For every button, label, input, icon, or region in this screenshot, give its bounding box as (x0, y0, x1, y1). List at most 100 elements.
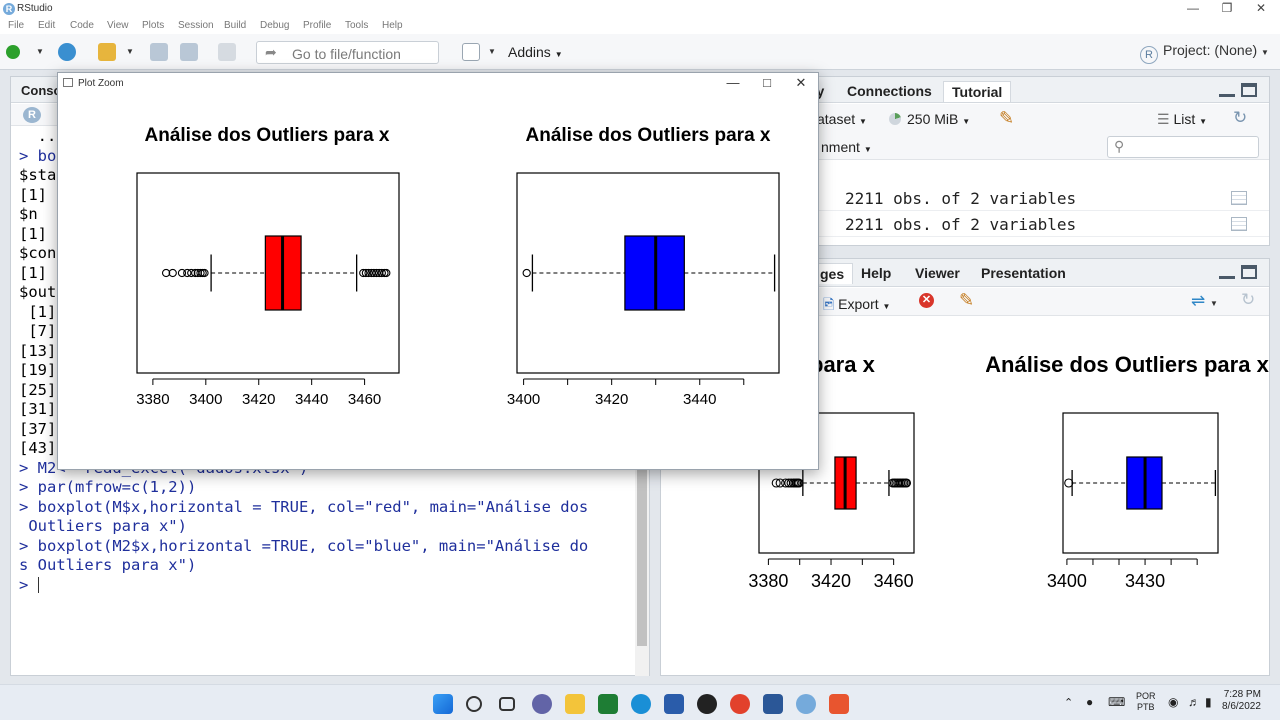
boxplot-blue: 3400 3420 3440 (507, 172, 780, 408)
rstudio-logo-icon: R (3, 3, 15, 15)
keyboard-icon[interactable]: ⌨ (1108, 695, 1125, 709)
broom-icon[interactable]: ✎ (999, 108, 1014, 129)
pane-plot-gap (966, 336, 986, 636)
project-label: Project: (None) (1163, 42, 1258, 58)
window-icon (63, 78, 73, 87)
import-dataset-menu[interactable]: ataset ▼ (817, 111, 867, 127)
menu-debug[interactable]: Debug (260, 20, 289, 31)
project-menu[interactable]: R Project: (None) ▼ (1140, 42, 1269, 64)
maximize-pane-icon[interactable] (1241, 265, 1257, 279)
publish-icon[interactable]: ⇌ ▼ (1191, 291, 1218, 311)
tab-viewer[interactable]: Viewer (915, 265, 960, 281)
minimize-icon[interactable]: — (1176, 0, 1210, 18)
menu-edit[interactable]: Edit (38, 20, 55, 31)
menu-code[interactable]: Code (70, 20, 94, 31)
task-view-icon[interactable] (499, 697, 515, 711)
language-indicator[interactable]: POR PTB (1136, 691, 1156, 713)
tab-tutorial[interactable]: Tutorial (943, 81, 1012, 102)
menu-help[interactable]: Help (382, 20, 403, 31)
tab-presentation[interactable]: Presentation (981, 265, 1066, 281)
tab-connections[interactable]: Connections (847, 83, 932, 99)
zoom-window-title: Plot Zoom (78, 78, 124, 89)
powerpoint-icon[interactable] (829, 694, 849, 714)
table-view-icon[interactable] (1231, 217, 1247, 231)
word-icon[interactable] (763, 694, 783, 714)
new-file-icon[interactable] (6, 45, 20, 59)
chevron-down-icon[interactable]: ▼ (488, 47, 496, 56)
app-icon[interactable] (697, 694, 717, 714)
minimize-pane-icon[interactable] (1219, 83, 1235, 97)
project-icon: R (1140, 46, 1158, 64)
memory-usage[interactable]: 250 MiB ▼ (889, 111, 970, 127)
x-tick-label: 3440 (683, 391, 716, 408)
view-mode-menu[interactable]: ☰ List ▼ (1157, 111, 1207, 128)
refresh-icon[interactable]: ↻ (1241, 290, 1255, 310)
edge-icon[interactable] (631, 694, 651, 714)
store-icon[interactable] (664, 694, 684, 714)
x-tick-label: 3400 (1047, 571, 1087, 591)
microphone-icon[interactable]: ● (1086, 695, 1093, 709)
search-icon: ⚲ (1114, 138, 1125, 154)
addins-menu[interactable]: Addins ▼ (508, 44, 563, 60)
export-label: Export (838, 296, 879, 312)
env-scope-label: nment (821, 139, 860, 155)
tab-help[interactable]: Help (861, 265, 891, 281)
env-search-input[interactable]: ⚲ (1107, 136, 1259, 158)
save-icon[interactable] (150, 43, 168, 61)
table-view-icon[interactable] (1231, 191, 1247, 205)
chart-1-title: Análise dos Outliers para x (145, 125, 390, 146)
rstudio-taskbar-icon[interactable] (796, 694, 816, 714)
pane-plot-2-title: Análise dos Outliers para x (985, 352, 1269, 377)
chrome-icon[interactable] (730, 694, 750, 714)
minimize-icon[interactable]: — (716, 75, 750, 93)
chat-icon[interactable] (532, 694, 552, 714)
menu-tools[interactable]: Tools (345, 20, 368, 31)
battery-icon[interactable]: ▮ (1205, 695, 1212, 709)
menu-build[interactable]: Build (224, 20, 246, 31)
console-command-line: s Outliers para x") (19, 556, 197, 574)
menu-profile[interactable]: Profile (303, 20, 331, 31)
file-explorer-icon[interactable] (565, 694, 585, 714)
broom-icon[interactable]: ✎ (959, 290, 974, 311)
maximize-icon[interactable]: □ (750, 75, 784, 93)
search-icon[interactable] (466, 696, 482, 712)
open-file-icon[interactable] (98, 43, 116, 61)
x-tick-label: 3460 (874, 571, 914, 591)
start-icon[interactable] (433, 694, 453, 714)
menu-session[interactable]: Session (178, 20, 214, 31)
print-icon[interactable] (218, 43, 236, 61)
grid-layout-icon[interactable] (462, 43, 480, 61)
memory-pie-icon (889, 113, 901, 125)
menu-file[interactable]: File (8, 20, 24, 31)
new-project-icon[interactable] (58, 43, 76, 61)
zoom-titlebar: Plot Zoom — □ ✕ (58, 73, 818, 95)
app-title: RStudio (17, 3, 53, 14)
minimize-pane-icon[interactable] (1219, 265, 1235, 279)
export-icon: 🖻 (823, 296, 835, 312)
x-tick-label: 3380 (136, 391, 169, 408)
menu-view[interactable]: View (107, 20, 129, 31)
console-command-line: > par(mfrow=c(1,2)) (19, 478, 197, 496)
restore-icon[interactable]: ❐ (1210, 0, 1244, 18)
clock[interactable]: 7:28 PM 8/6/2022 (1222, 689, 1261, 713)
close-icon[interactable]: ✕ (1244, 0, 1278, 18)
chevron-down-icon[interactable]: ▼ (36, 47, 44, 56)
xbox-icon[interactable] (598, 694, 618, 714)
close-icon[interactable]: ✕ (784, 75, 818, 93)
menu-plots[interactable]: Plots (142, 20, 164, 31)
windows-taskbar: ⌃ ● ⌨ POR PTB ◉ ♬ ▮ 7:28 PM 8/6/2022 (0, 684, 1280, 720)
chevron-down-icon[interactable]: ▼ (126, 47, 134, 56)
view-mode-label: List (1173, 111, 1196, 127)
goto-file-input[interactable]: ➦ Go to file/function (256, 41, 439, 64)
export-menu[interactable]: 🖻 Export ▼ (823, 294, 890, 318)
r-version-icon: R (23, 107, 41, 123)
window-titlebar: R RStudio — ❐ ✕ (0, 0, 1280, 18)
volume-icon[interactable]: ♬ (1188, 695, 1200, 709)
maximize-pane-icon[interactable] (1241, 83, 1257, 97)
tray-chevron-icon[interactable]: ⌃ (1064, 696, 1073, 709)
network-icon[interactable]: ◉ (1168, 695, 1178, 709)
refresh-icon[interactable]: ↻ (1233, 108, 1247, 128)
remove-plot-icon[interactable]: ✕ (919, 293, 934, 308)
save-all-icon[interactable] (180, 43, 198, 61)
env-scope-menu[interactable]: nment ▼ (821, 139, 872, 155)
